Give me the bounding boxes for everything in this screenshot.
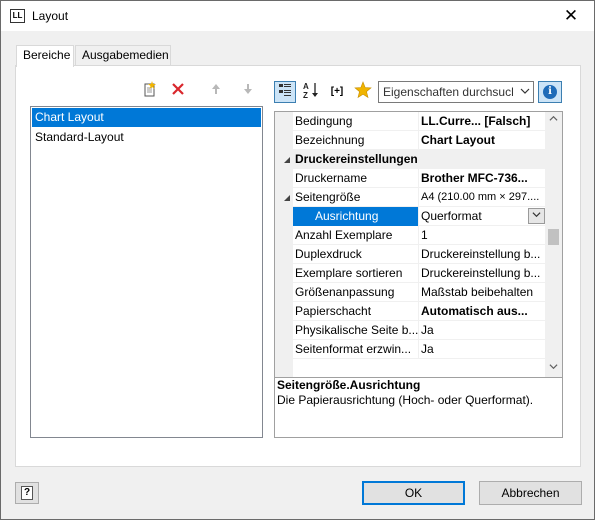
description-title: Seitengröße.Ausrichtung [277,378,421,392]
property-grid[interactable]: Bedingung LL.Curre... [Falsch] Bezeichnu… [274,111,563,378]
alphabetical-sort-icon[interactable]: AZ [300,81,322,103]
property-name: Ausrichtung [293,207,419,226]
collapse-triangle-icon[interactable] [283,194,291,204]
categorized-view-icon[interactable] [274,81,296,103]
property-row[interactable]: Bezeichnung Chart Layout [275,131,546,150]
close-icon[interactable]: ✕ [548,1,594,31]
layout-dialog: LL Layout ✕ Bereiche Ausgabemedien Chart… [0,0,595,520]
property-value[interactable]: Ja [421,321,546,340]
search-properties-combo[interactable]: Eigenschaften durchsuchen [378,81,534,103]
property-name: Bezeichnung [295,131,419,150]
property-value[interactable]: Automatisch aus... [421,302,546,321]
property-row[interactable]: Physikalische Seite b... Ja [275,321,546,340]
cancel-button[interactable]: Abbrechen [479,481,582,505]
property-name: Größenanpassung [295,283,419,302]
property-name: Papierschacht [295,302,419,321]
chevron-down-icon[interactable] [528,208,545,224]
help-icon: ? [21,486,33,500]
list-item[interactable]: Chart Layout [32,108,261,127]
property-value[interactable]: Druckereinstellung b... [421,264,546,283]
property-row[interactable]: Größenanpassung Maßstab beibehalten [275,283,546,302]
property-value[interactable]: Druckereinstellung b... [421,245,546,264]
category-row[interactable]: Druckereinstellungen [275,150,546,169]
property-row[interactable]: Druckername Brother MFC-736... [275,169,546,188]
list-item[interactable]: Standard-Layout [32,128,261,147]
delete-icon[interactable] [169,81,187,99]
property-value[interactable]: A4 (210.00 mm × 297.... [421,188,546,207]
window-title: Layout [32,9,69,23]
layout-list[interactable]: Chart Layout Standard-Layout [30,106,263,438]
ok-button[interactable]: OK [362,481,465,505]
tab-bereiche[interactable]: Bereiche [16,45,74,67]
favorites-star-icon[interactable] [352,81,374,103]
info-button[interactable]: i [538,81,562,103]
move-up-icon[interactable] [207,81,225,99]
property-row[interactable]: Seitengröße A4 (210.00 mm × 297.... [275,188,546,207]
property-row[interactable]: Papierschacht Automatisch aus... [275,302,546,321]
description-text: Die Papierausrichtung (Hoch- oder Querfo… [277,393,534,407]
property-name: Bedingung [295,112,419,131]
info-icon: i [543,85,557,99]
search-properties-input[interactable]: Eigenschaften durchsuchen [383,85,513,99]
category-name: Druckereinstellungen [295,152,418,166]
property-value[interactable]: LL.Curre... [Falsch] [421,112,546,131]
app-icon: LL [10,9,25,23]
property-value[interactable]: 1 [421,226,546,245]
description-pane: Seitengröße.Ausrichtung Die Papierausric… [274,378,563,438]
property-value[interactable]: Ja [421,340,546,359]
property-name: Anzahl Exemplare [295,226,419,245]
svg-text:Z: Z [303,91,308,99]
property-name: Physikalische Seite b... [295,321,419,340]
property-name: Seitengröße [295,188,419,207]
property-scrollbar[interactable] [545,112,562,377]
tab-ausgabemedien[interactable]: Ausgabemedien [75,45,171,66]
property-name: Exemplare sortieren [295,264,419,283]
property-row[interactable]: Anzahl Exemplare 1 [275,226,546,245]
property-value[interactable]: Chart Layout [421,131,546,150]
property-value[interactable]: Brother MFC-736... [421,169,546,188]
property-name: Duplexdruck [295,245,419,264]
property-toolbar: AZ [+] Eigenschaften durchsuchen i [274,81,564,105]
collapse-triangle-icon[interactable] [283,156,291,166]
chevron-down-icon[interactable] [520,86,530,99]
property-name: Druckername [295,169,419,188]
property-value[interactable]: Maßstab beibehalten [421,283,546,302]
expand-collapse-icon[interactable]: [+] [326,81,348,103]
property-row[interactable]: Bedingung LL.Curre... [Falsch] [275,112,546,131]
title-bar: LL Layout ✕ [1,1,594,31]
property-row[interactable]: Duplexdruck Druckereinstellung b... [275,245,546,264]
property-row[interactable]: Exemplare sortieren Druckereinstellung b… [275,264,546,283]
property-row[interactable]: Seitenformat erzwin... Ja [275,340,546,359]
property-row-selected[interactable]: Ausrichtung Querformat [275,207,546,226]
scroll-up-icon[interactable] [545,112,562,129]
svg-text:A: A [303,82,309,91]
property-name: Seitenformat erzwin... [295,340,419,359]
help-button[interactable]: ? [15,482,39,504]
scroll-thumb[interactable] [548,229,559,245]
scroll-down-icon[interactable] [545,360,562,377]
new-item-icon[interactable] [141,81,159,99]
move-down-icon[interactable] [239,81,257,99]
